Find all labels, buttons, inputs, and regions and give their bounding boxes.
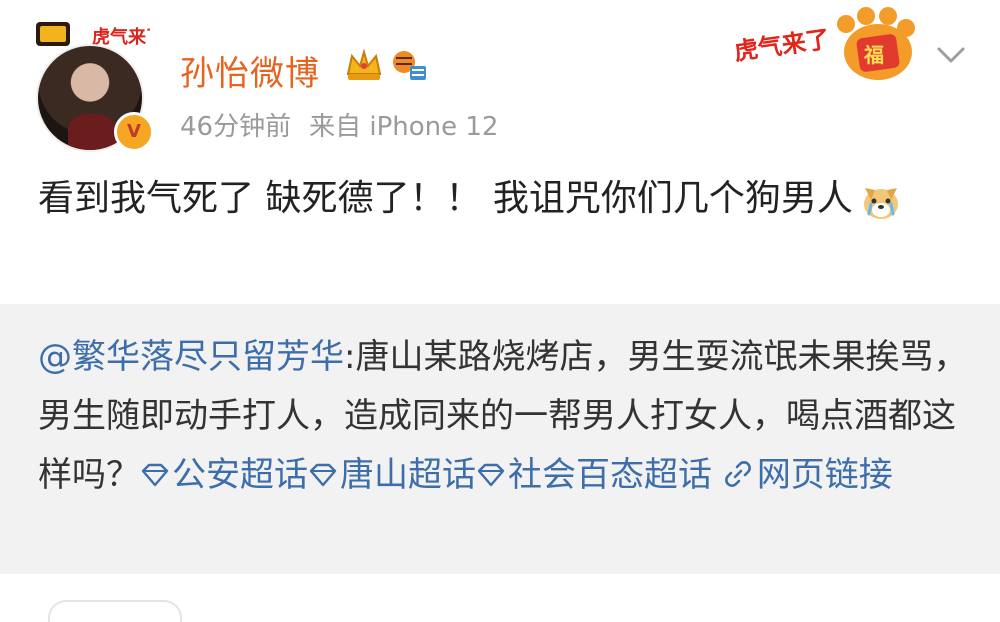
topic-label: 社会百态超话 [508,455,712,495]
repost-author-link[interactable]: @繁华落尽只留芳华 [38,337,344,377]
diamond-topic-icon [309,463,337,487]
crown-icon[interactable] [344,48,384,84]
post-body: 看到我气死了 缺死德了！！ 我诅咒你们几个狗男人 [38,178,853,219]
topic-link-police[interactable]: 公安超话 [140,455,308,495]
topic-link-tangshan[interactable]: 唐山超话 [308,455,476,495]
post-time: 46分钟前 [180,112,292,142]
post-meta: 46分钟前 来自 iPhone 12 [180,106,516,143]
bottom-action-pill[interactable] [48,600,182,622]
web-link[interactable]: 网页链接 [723,455,893,495]
reposted-content[interactable]: @繁华落尽只留芳华:唐山某路烧烤店，男生耍流氓未果挨骂，男生随即动手打人，造成同… [0,304,1000,574]
bottom-strip [0,574,1000,622]
verified-badge: V [114,112,154,152]
topic-link-society[interactable]: 社会百态超话 [476,455,712,495]
repost-text: @繁华落尽只留芳华:唐山某路烧烤店，男生耍流氓未果挨骂，男生随即动手打人，造成同… [38,328,968,505]
link-icon [724,461,751,487]
tiger-icon[interactable] [388,48,428,84]
post-source[interactable]: 来自 iPhone 12 [309,112,498,142]
post-text: 看到我气死了 缺死德了！！ 我诅咒你们几个狗男人 [38,168,968,230]
tiger-year-banner[interactable]: 福 虎气来了 [728,6,928,86]
topic-label: 公安超话 [172,455,308,495]
dog-crying-emoji [863,188,898,219]
web-link-label: 网页链接 [756,455,893,495]
fu-character: 福 [863,44,884,67]
post-header: 虎气来了 V 孙怡微博 46分钟前来自 iPhone 12 福 虎气来了 [0,0,1000,160]
avatar-container[interactable]: 虎气来了 V [36,22,154,152]
banner-text: 虎气来了 [732,25,831,66]
username[interactable]: 孙怡微博 [180,46,320,95]
diamond-topic-icon [477,463,505,487]
diamond-topic-icon [141,463,169,487]
paw-icon [837,7,915,80]
avatar-deco-text: 虎气来了 [92,26,150,47]
topic-label: 唐山超话 [340,455,476,495]
chevron-down-icon[interactable] [936,44,966,66]
